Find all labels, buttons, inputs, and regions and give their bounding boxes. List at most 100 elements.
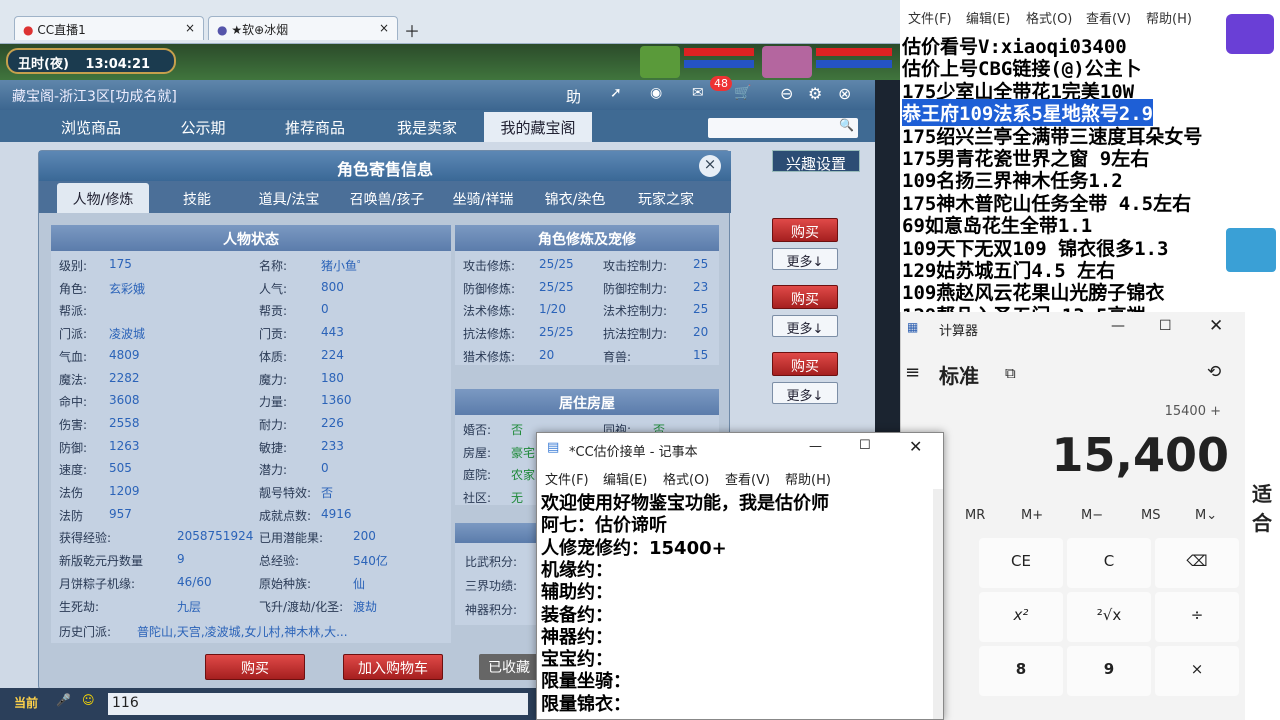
time-period: 丑时(夜) [18, 57, 69, 72]
mem-store-button[interactable]: MS [1141, 508, 1160, 523]
close-icon[interactable]: × [379, 21, 389, 35]
tab-public[interactable]: 公示期 [148, 112, 258, 142]
mic-icon[interactable]: 🎤 [56, 693, 71, 707]
menu-file[interactable]: 文件(F) [545, 469, 589, 488]
close-icon[interactable]: ✕ [1209, 316, 1223, 336]
cultivation-value: 25 [693, 257, 709, 271]
mem-recall-button[interactable]: MR [965, 508, 985, 523]
cultivation-body: 攻击修炼: 25/25 攻击控制力: 25 防御修炼: 25/25 防御控制力: 23 法术修炼… [455, 251, 719, 365]
tab-home[interactable]: 玩家之家 [623, 183, 709, 213]
tab-skills[interactable]: 技能 [153, 183, 241, 213]
tab-mounts[interactable]: 坐骑/祥瑞 [437, 183, 529, 213]
side-widget-icon [1226, 228, 1276, 272]
cultivation-row: 攻击修炼: 25/25 攻击控制力: 25 [463, 257, 719, 280]
new-tab-button[interactable]: ＋ [404, 18, 420, 42]
chat-icon[interactable]: ✉ [692, 85, 704, 101]
close-icon[interactable]: ⊗ [838, 84, 851, 103]
stat-label: 名称: [259, 259, 288, 273]
tab-pets[interactable]: 召唤兽/孩子 [337, 183, 437, 213]
minimize-icon[interactable]: ⊖ [780, 84, 793, 103]
settings-icon[interactable]: ⚙ [808, 84, 822, 103]
tab-costume[interactable]: 锦衣/染色 [529, 183, 621, 213]
maximize-icon[interactable]: ☐ [859, 438, 871, 453]
tab-items[interactable]: 道具/法宝 [243, 183, 335, 213]
scrollbar[interactable] [933, 489, 943, 719]
ce-button[interactable]: CE [979, 538, 1063, 588]
close-icon[interactable]: × [185, 21, 195, 35]
minimize-icon[interactable]: — [809, 439, 822, 454]
collected-button[interactable]: 已收藏 [479, 654, 539, 680]
digit-9-button[interactable]: 9 [1067, 646, 1151, 696]
cultivation-label: 防御控制力: [603, 281, 668, 296]
channel-label[interactable]: 当前 [14, 694, 38, 711]
clear-button[interactable]: C [1067, 538, 1151, 588]
more-button[interactable]: 更多↓ [772, 382, 838, 404]
square-button[interactable]: x² [979, 592, 1063, 642]
search-input[interactable]: 🔍 [708, 118, 858, 138]
digit-8-button[interactable]: 8 [979, 646, 1063, 696]
menu-help[interactable]: 帮助(H) [785, 469, 831, 488]
minimize-icon[interactable]: — [1111, 318, 1125, 334]
search-icon[interactable]: 🔍 [839, 118, 854, 132]
menu-edit[interactable]: 编辑(E) [966, 8, 1010, 27]
more-button[interactable]: 更多↓ [772, 248, 838, 270]
menu-view[interactable]: 查看(V) [725, 469, 770, 488]
backspace-button[interactable]: ⌫ [1155, 538, 1239, 588]
menu-edit[interactable]: 编辑(E) [603, 469, 647, 488]
divide-button[interactable]: ÷ [1155, 592, 1239, 642]
merit-label: 三界功绩: [465, 579, 518, 593]
sqrt-button[interactable]: ²√x [1067, 592, 1151, 642]
menu-view[interactable]: 查看(V) [1086, 8, 1131, 27]
player-portrait[interactable] [762, 46, 812, 78]
stat-label: 新版乾元丹数量 [59, 554, 144, 569]
cultivation-label: 猎术修炼: [463, 349, 516, 364]
cart-icon[interactable]: 🛒 [734, 85, 751, 101]
menu-help[interactable]: 帮助(H) [1146, 8, 1192, 27]
more-button[interactable]: 更多↓ [772, 315, 838, 337]
browser-tab-2[interactable]: ● ★软⊕冰烟 × [208, 16, 398, 40]
history-icon[interactable]: ⟲ [1207, 362, 1221, 382]
maximize-icon[interactable]: ☐ [1159, 318, 1172, 334]
share-icon[interactable]: ➚ [610, 85, 622, 101]
stat-label: 门派: [59, 327, 88, 342]
close-icon[interactable]: × [699, 155, 721, 177]
chat-input[interactable]: 116 [108, 693, 528, 715]
tab-my-cbg[interactable]: 我的藏宝阁 [484, 112, 592, 142]
keep-on-top-icon[interactable]: ⧉ [1005, 364, 1016, 382]
stat-label: 力量: [259, 395, 288, 410]
stat-label: 获得经验: [59, 531, 112, 546]
mem-list-button[interactable]: M⌄ [1195, 508, 1217, 523]
hamburger-menu-icon[interactable]: ≡ [905, 362, 920, 383]
buy-button[interactable]: 购买 [772, 285, 838, 309]
buy-button[interactable]: 购买 [772, 218, 838, 242]
stat-label: 门贡: [259, 327, 288, 342]
buy-button[interactable]: 购买 [772, 352, 838, 376]
cultivation-value: 25/25 [539, 257, 574, 271]
menu-format[interactable]: 格式(O) [663, 469, 709, 488]
tab-browse[interactable]: 浏览商品 [36, 112, 146, 142]
browser-tab-1[interactable]: ● CC直播1 × [14, 16, 204, 40]
mode-label: 标准 [939, 364, 979, 388]
help-button[interactable]: 助 [566, 86, 581, 107]
add-to-cart-button[interactable]: 加入购物车 [343, 654, 443, 680]
stat-value: 否 [321, 486, 334, 500]
menu-file[interactable]: 文件(F) [908, 8, 952, 27]
record-icon[interactable]: ◉ [650, 85, 662, 101]
interest-settings-button[interactable]: 兴趣设置 [772, 150, 860, 173]
multiply-button[interactable]: × [1155, 646, 1239, 696]
mem-add-button[interactable]: M+ [1021, 508, 1043, 523]
stat-label: 法伤 [59, 486, 84, 500]
stat-value: 175 [109, 257, 132, 271]
stat-row: 月饼粽子机缘: 46/60 原始种族: 仙 [59, 575, 449, 598]
stat-label: 体质: [259, 349, 288, 364]
mem-subtract-button[interactable]: M− [1081, 508, 1103, 523]
close-icon[interactable]: ✕ [909, 437, 922, 456]
buy-button[interactable]: 购买 [205, 654, 305, 680]
tab-character[interactable]: 人物/修炼 [57, 183, 149, 213]
cultivation-label: 法术修炼: [463, 304, 516, 319]
menu-format[interactable]: 格式(O) [1026, 8, 1072, 27]
pet-portrait[interactable] [640, 46, 680, 78]
emoji-icon[interactable]: ☺ [82, 693, 95, 707]
tab-seller[interactable]: 我是卖家 [372, 112, 482, 142]
tab-recommend[interactable]: 推荐商品 [260, 112, 370, 142]
